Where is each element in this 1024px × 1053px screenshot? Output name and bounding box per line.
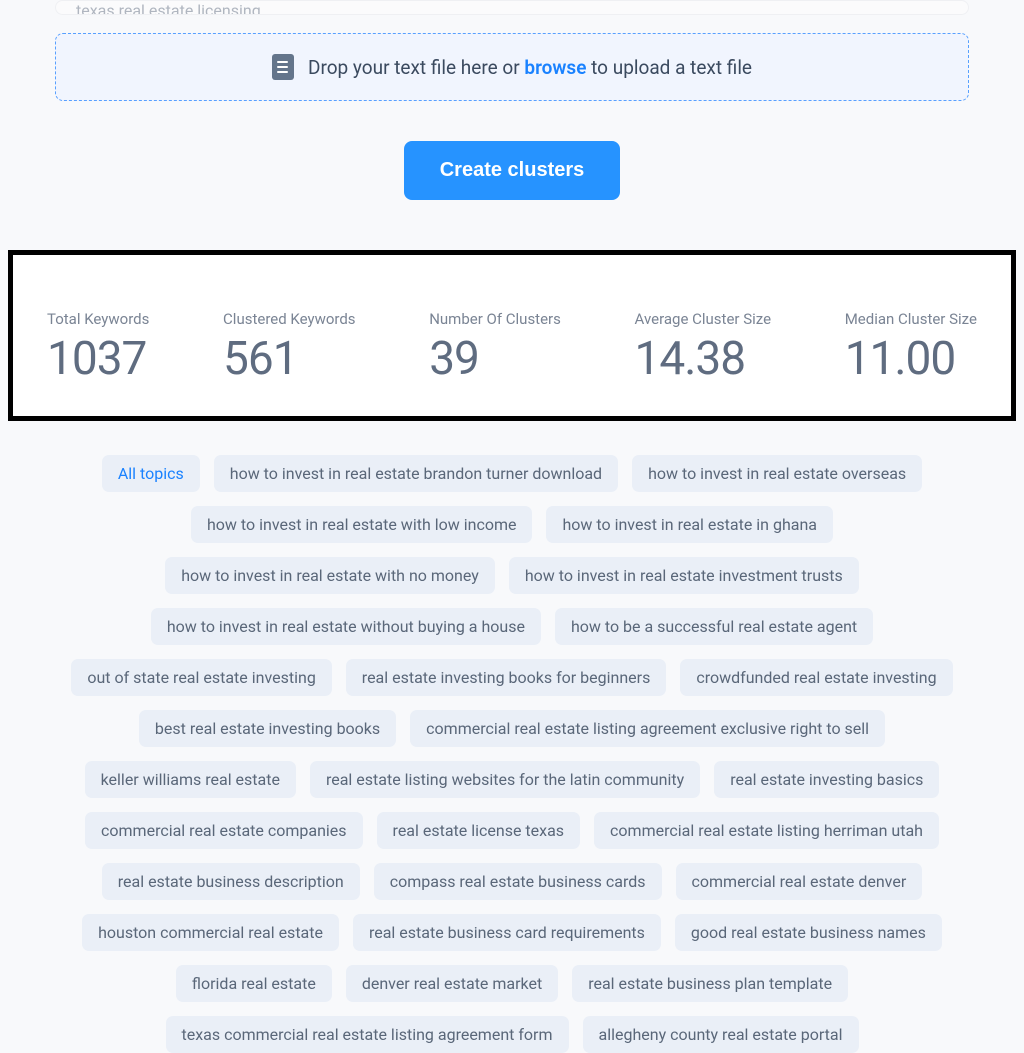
cluster-tag[interactable]: how to invest in real estate in ghana <box>546 506 833 543</box>
stat-value: 11.00 <box>845 336 977 382</box>
cluster-tag[interactable]: commercial real estate companies <box>85 812 363 849</box>
stat-item: Number Of Clusters 39 <box>429 310 561 382</box>
cluster-tag[interactable]: real estate license texas <box>377 812 581 849</box>
stats-panel: Total Keywords 1037 Clustered Keywords 561 N… <box>8 250 1016 421</box>
cluster-tag[interactable]: real estate investing books for beginner… <box>346 659 667 696</box>
cluster-tag[interactable]: real estate business plan template <box>572 965 848 1002</box>
cluster-tag[interactable]: best real estate investing books <box>139 710 396 747</box>
document-icon <box>272 54 294 80</box>
cluster-tag[interactable]: how to invest in real estate overseas <box>632 455 922 492</box>
cluster-tag[interactable]: texas commercial real estate listing agr… <box>166 1016 569 1053</box>
stat-label: Number Of Clusters <box>429 310 561 328</box>
stat-label: Total Keywords <box>47 310 149 328</box>
stat-label: Median Cluster Size <box>845 310 977 328</box>
keyword-input[interactable]: texas real estate licensing <box>55 0 969 15</box>
dropzone-text: Drop your text file here or browse to up… <box>308 56 752 79</box>
cluster-tag[interactable]: commercial real estate listing agreement… <box>410 710 885 747</box>
stat-label: Average Cluster Size <box>635 310 772 328</box>
cluster-tag[interactable]: out of state real estate investing <box>71 659 331 696</box>
input-text-tail: texas real estate licensing <box>76 1 261 15</box>
cluster-tag[interactable]: crowdfunded real estate investing <box>680 659 952 696</box>
cluster-tag[interactable]: how to invest in real estate investment … <box>509 557 859 594</box>
create-clusters-button[interactable]: Create clusters <box>404 141 621 200</box>
cluster-tag[interactable]: florida real estate <box>176 965 332 1002</box>
cluster-tag[interactable]: real estate listing websites for the lat… <box>310 761 700 798</box>
stat-item: Average Cluster Size 14.38 <box>635 310 772 382</box>
cluster-tag[interactable]: real estate investing basics <box>714 761 939 798</box>
cluster-tag[interactable]: compass real estate business cards <box>374 863 662 900</box>
cluster-tag[interactable]: keller williams real estate <box>85 761 296 798</box>
stat-item: Total Keywords 1037 <box>47 310 149 382</box>
stat-value: 14.38 <box>635 336 772 382</box>
cluster-tag[interactable]: commercial real estate listing herriman … <box>594 812 939 849</box>
cluster-tag[interactable]: how to invest in real estate brandon tur… <box>214 455 618 492</box>
browse-link[interactable]: browse <box>524 56 586 79</box>
stat-item: Median Cluster Size 11.00 <box>845 310 977 382</box>
cluster-tag[interactable]: allegheny county real estate portal <box>583 1016 859 1053</box>
cluster-tag[interactable]: real estate business description <box>102 863 360 900</box>
cluster-tags: All topics how to invest in real estate b… <box>0 445 1024 1053</box>
cluster-tag[interactable]: real estate business card requirements <box>353 914 661 951</box>
cluster-tag[interactable]: good real estate business names <box>675 914 942 951</box>
stat-value: 39 <box>429 336 561 382</box>
cluster-tag[interactable]: how to invest in real estate with low in… <box>191 506 532 543</box>
stat-item: Clustered Keywords 561 <box>223 310 356 382</box>
cluster-tag[interactable]: how to be a successful real estate agent <box>555 608 873 645</box>
cluster-tag[interactable]: houston commercial real estate <box>82 914 339 951</box>
tag-all-topics[interactable]: All topics <box>102 455 200 492</box>
cluster-tag[interactable]: how to invest in real estate without buy… <box>151 608 541 645</box>
stat-label: Clustered Keywords <box>223 310 356 328</box>
cluster-tag[interactable]: how to invest in real estate with no mon… <box>165 557 495 594</box>
file-dropzone[interactable]: Drop your text file here or browse to up… <box>55 33 969 101</box>
stat-value: 1037 <box>47 336 149 382</box>
stat-value: 561 <box>223 336 356 382</box>
cluster-tag[interactable]: commercial real estate denver <box>676 863 923 900</box>
cluster-tag[interactable]: denver real estate market <box>346 965 558 1002</box>
